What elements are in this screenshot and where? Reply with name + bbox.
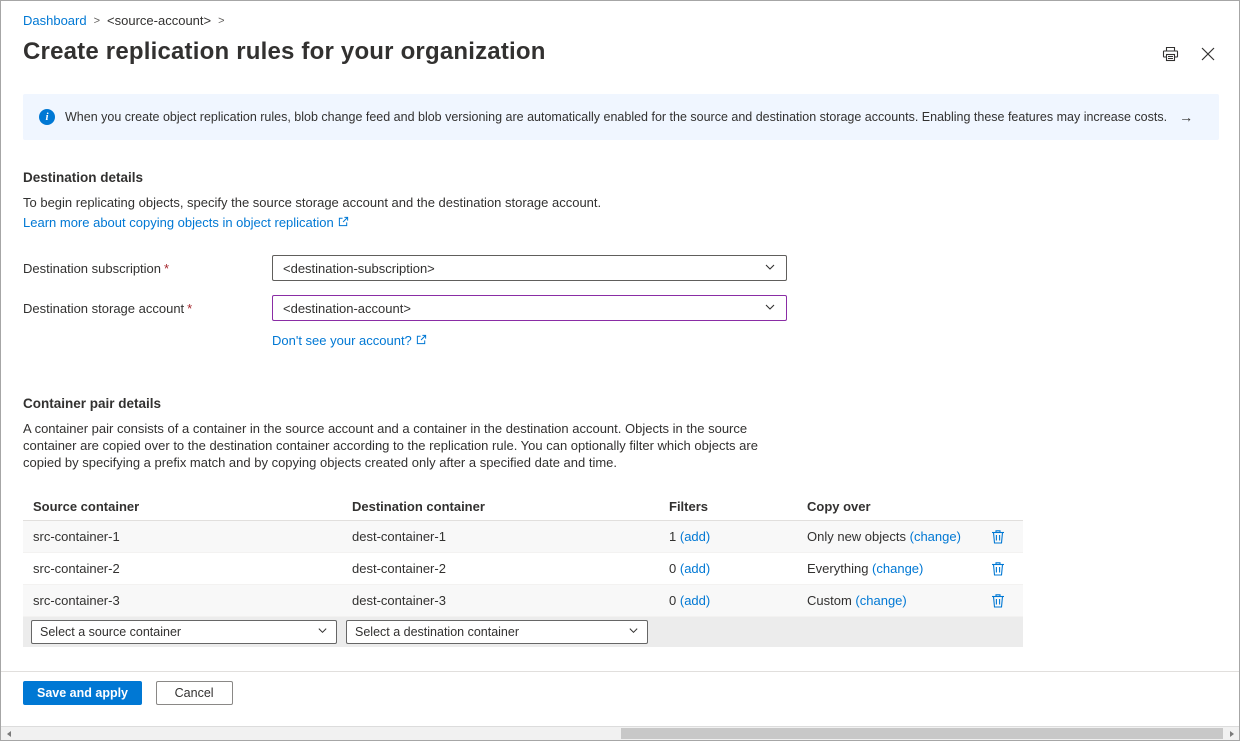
- add-filter-link[interactable]: (add): [680, 561, 710, 576]
- horizontal-scrollbar-thumb[interactable]: [621, 728, 1223, 739]
- add-filter-link[interactable]: (add): [680, 529, 710, 544]
- delete-row-button[interactable]: [988, 590, 1008, 611]
- footer: Save and apply Cancel: [1, 671, 1239, 726]
- destination-container-cell: dest-container-1: [342, 529, 659, 544]
- required-mark: *: [187, 301, 192, 316]
- chevron-down-icon: [764, 301, 776, 316]
- info-banner: i When you create object replication rul…: [23, 94, 1219, 140]
- destination-container-cell: dest-container-2: [342, 561, 659, 576]
- create-replication-rules-page: Dashboard > <source-account> > Create re…: [0, 0, 1240, 741]
- destination-container-cell: dest-container-3: [342, 593, 659, 608]
- required-mark: *: [164, 261, 169, 276]
- close-button[interactable]: [1199, 44, 1217, 64]
- destination-details-heading: Destination details: [23, 170, 1219, 185]
- new-pair-row: Select a source container Select a desti…: [23, 617, 1023, 647]
- destination-storage-account-row: Destination storage account* <destinatio…: [23, 295, 1219, 321]
- scroll-right-arrow-icon[interactable]: [1224, 727, 1239, 740]
- table-header-row: Source container Destination container F…: [23, 493, 1023, 521]
- source-container-cell: src-container-1: [23, 529, 342, 544]
- destination-subscription-label: Destination subscription*: [23, 261, 272, 276]
- title-icons: [1160, 44, 1217, 64]
- delete-row-button[interactable]: [988, 526, 1008, 547]
- header-copy-over: Copy over: [797, 499, 973, 514]
- chevron-down-icon: [628, 625, 639, 639]
- chevron-down-icon: [764, 261, 776, 276]
- breadcrumb-source-account[interactable]: <source-account>: [107, 13, 211, 28]
- destination-details-description: To begin replicating objects, specify th…: [23, 194, 1219, 211]
- add-filter-link[interactable]: (add): [680, 593, 710, 608]
- container-pair-heading: Container pair details: [23, 396, 1219, 411]
- container-pair-description: A container pair consists of a container…: [23, 420, 771, 471]
- title-row: Create replication rules for your organi…: [23, 38, 1219, 66]
- save-and-apply-button[interactable]: Save and apply: [23, 681, 142, 705]
- printer-icon: [1162, 50, 1179, 65]
- breadcrumb-separator-icon: >: [94, 15, 100, 27]
- dont-see-account-row: Don't see your account?: [272, 329, 1219, 348]
- source-container-cell: src-container-3: [23, 593, 342, 608]
- dont-see-account-link[interactable]: Don't see your account?: [272, 333, 427, 348]
- select-source-container-dropdown[interactable]: Select a source container: [31, 620, 337, 644]
- learn-more-link-label: Learn more about copying objects in obje…: [23, 215, 334, 230]
- change-copy-over-link[interactable]: (change): [872, 561, 923, 576]
- filters-cell: 0 (add): [659, 593, 797, 608]
- select-destination-container-dropdown[interactable]: Select a destination container: [346, 620, 648, 644]
- external-link-icon: [338, 215, 349, 230]
- header-filters: Filters: [659, 499, 797, 514]
- breadcrumb: Dashboard > <source-account> >: [23, 1, 1219, 28]
- breadcrumb-dashboard-link[interactable]: Dashboard: [23, 13, 87, 28]
- destination-storage-account-dropdown[interactable]: <destination-account>: [272, 295, 787, 321]
- change-copy-over-link[interactable]: (change): [855, 593, 906, 608]
- destination-storage-account-label: Destination storage account*: [23, 301, 272, 316]
- filters-cell: 1 (add): [659, 529, 797, 544]
- breadcrumb-separator-icon: >: [218, 15, 224, 27]
- chevron-down-icon: [317, 625, 328, 639]
- banner-details-arrow-icon[interactable]: →: [1179, 109, 1193, 125]
- destination-storage-account-value: <destination-account>: [283, 301, 411, 316]
- header-source-container: Source container: [23, 499, 342, 514]
- select-destination-placeholder: Select a destination container: [355, 625, 519, 639]
- destination-subscription-dropdown[interactable]: <destination-subscription>: [272, 255, 787, 281]
- header-destination-container: Destination container: [342, 499, 659, 514]
- trash-icon: [991, 564, 1005, 579]
- table-row: src-container-2 dest-container-2 0 (add)…: [23, 553, 1023, 585]
- destination-subscription-row: Destination subscription* <destination-s…: [23, 255, 1219, 281]
- container-pair-table: Source container Destination container F…: [23, 493, 1023, 647]
- copy-over-cell: Custom (change): [797, 593, 973, 608]
- trash-icon: [991, 596, 1005, 611]
- page-content: Dashboard > <source-account> > Create re…: [1, 1, 1239, 671]
- copy-over-cell: Only new objects (change): [797, 529, 973, 544]
- copy-over-cell: Everything (change): [797, 561, 973, 576]
- info-banner-text: When you create object replication rules…: [65, 110, 1167, 124]
- print-button[interactable]: [1160, 44, 1181, 64]
- info-icon: i: [39, 109, 55, 125]
- horizontal-scrollbar[interactable]: [1, 726, 1239, 740]
- scroll-left-arrow-icon[interactable]: [1, 727, 16, 740]
- delete-row-button[interactable]: [988, 558, 1008, 579]
- close-icon: [1201, 49, 1215, 64]
- external-link-icon: [416, 333, 427, 348]
- destination-subscription-value: <destination-subscription>: [283, 261, 435, 276]
- source-container-cell: src-container-2: [23, 561, 342, 576]
- trash-icon: [991, 532, 1005, 547]
- table-row: src-container-3 dest-container-3 0 (add)…: [23, 585, 1023, 617]
- dont-see-account-label: Don't see your account?: [272, 333, 412, 348]
- page-title: Create replication rules for your organi…: [23, 38, 546, 66]
- filters-cell: 0 (add): [659, 561, 797, 576]
- learn-more-link[interactable]: Learn more about copying objects in obje…: [23, 215, 349, 230]
- table-row: src-container-1 dest-container-1 1 (add)…: [23, 521, 1023, 553]
- change-copy-over-link[interactable]: (change): [910, 529, 961, 544]
- select-source-placeholder: Select a source container: [40, 625, 181, 639]
- cancel-button[interactable]: Cancel: [156, 681, 233, 705]
